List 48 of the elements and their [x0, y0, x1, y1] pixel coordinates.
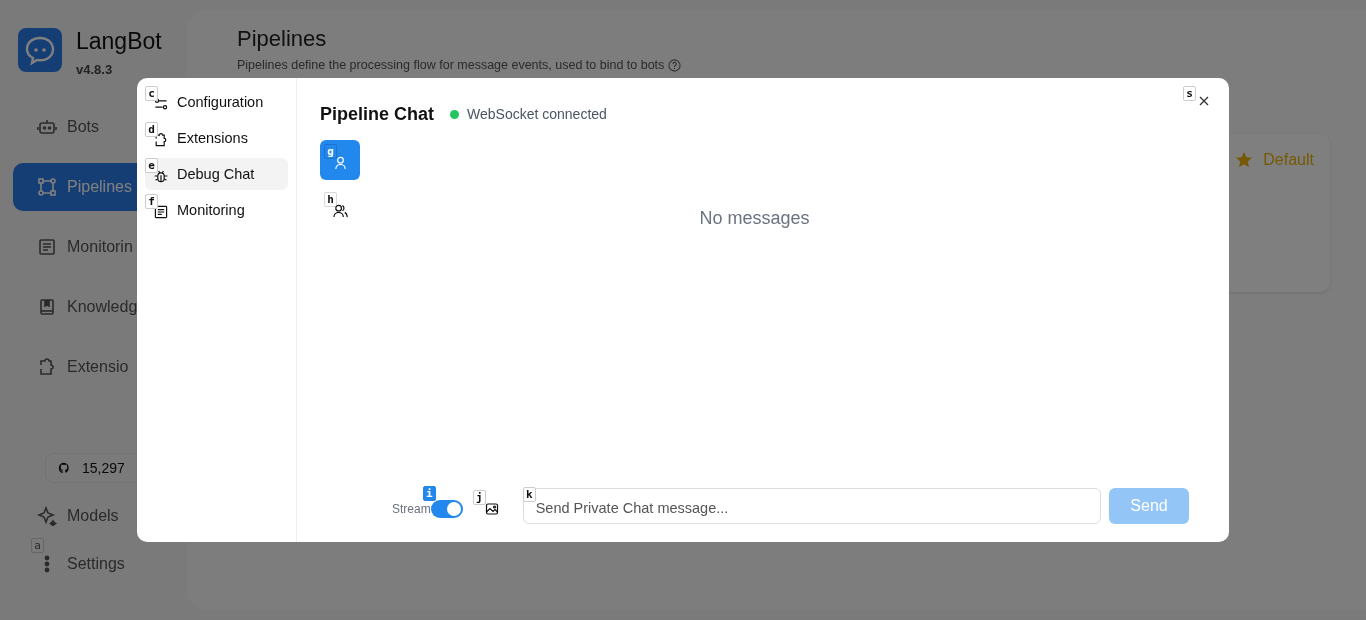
- dialog-nav-item[interactable]: e Debug Chat: [145, 158, 288, 190]
- hint-badge: g: [324, 144, 337, 159]
- sparkle-icon: [37, 506, 57, 526]
- monitor-icon: [37, 237, 57, 257]
- default-label: Default: [1263, 151, 1314, 169]
- image-icon[interactable]: [484, 502, 499, 516]
- bot-icon: [37, 117, 57, 137]
- private-chat-button[interactable]: g: [320, 140, 360, 180]
- monitor-icon: [153, 204, 169, 220]
- sliders-icon: [153, 96, 169, 112]
- sidebar-item[interactable]: Extensio: [13, 343, 203, 391]
- page-subtitle: Pipelines define the processing flow for message events, used to bind to bots: [237, 58, 665, 72]
- dialog-nav-item[interactable]: c Configuration: [145, 86, 288, 118]
- dialog-nav-item[interactable]: d Extensions: [145, 122, 288, 154]
- hint-badge: c: [145, 86, 158, 101]
- connection-status: WebSocket connected: [467, 106, 607, 122]
- chat-bubble-logo-icon: [18, 28, 62, 72]
- sidebar-item[interactable]: Settings: [13, 550, 203, 578]
- stream-label: Stream: [392, 502, 431, 516]
- hint-badge: i: [422, 486, 436, 501]
- hint-badge: f: [145, 194, 158, 209]
- hint-badge: s: [1183, 86, 1196, 101]
- pipeline-icon: [37, 177, 57, 197]
- hint-badge: d: [145, 122, 158, 137]
- sidebar-item[interactable]: Knowledg: [13, 283, 203, 331]
- stream-toggle[interactable]: [430, 500, 463, 518]
- star-icon: [1235, 151, 1254, 169]
- hint-badge: a: [31, 538, 44, 553]
- close-icon: [1199, 96, 1209, 106]
- page-title: Pipelines: [237, 26, 328, 52]
- group-chat-button[interactable]: h: [320, 188, 360, 228]
- users-icon: [332, 202, 348, 218]
- book-icon: [37, 297, 57, 317]
- puzzle-icon: [153, 132, 169, 148]
- help-icon[interactable]: [668, 58, 682, 72]
- dialog-title: Pipeline Chat: [320, 103, 435, 125]
- sidebar-item[interactable]: Models: [13, 502, 203, 530]
- user-icon: [332, 154, 348, 170]
- app-name: LangBot: [76, 28, 162, 54]
- sidebar-item[interactable]: Monitorin: [13, 223, 203, 271]
- app-version: v4.8.3: [76, 62, 114, 77]
- hint-badge: e: [145, 158, 158, 173]
- hint-badge: j: [472, 490, 486, 505]
- empty-message: No messages: [698, 208, 811, 230]
- puzzle-icon: [37, 357, 57, 377]
- github-icon: [58, 462, 70, 474]
- bug-icon: [153, 168, 169, 184]
- hint-badge: h: [324, 192, 337, 207]
